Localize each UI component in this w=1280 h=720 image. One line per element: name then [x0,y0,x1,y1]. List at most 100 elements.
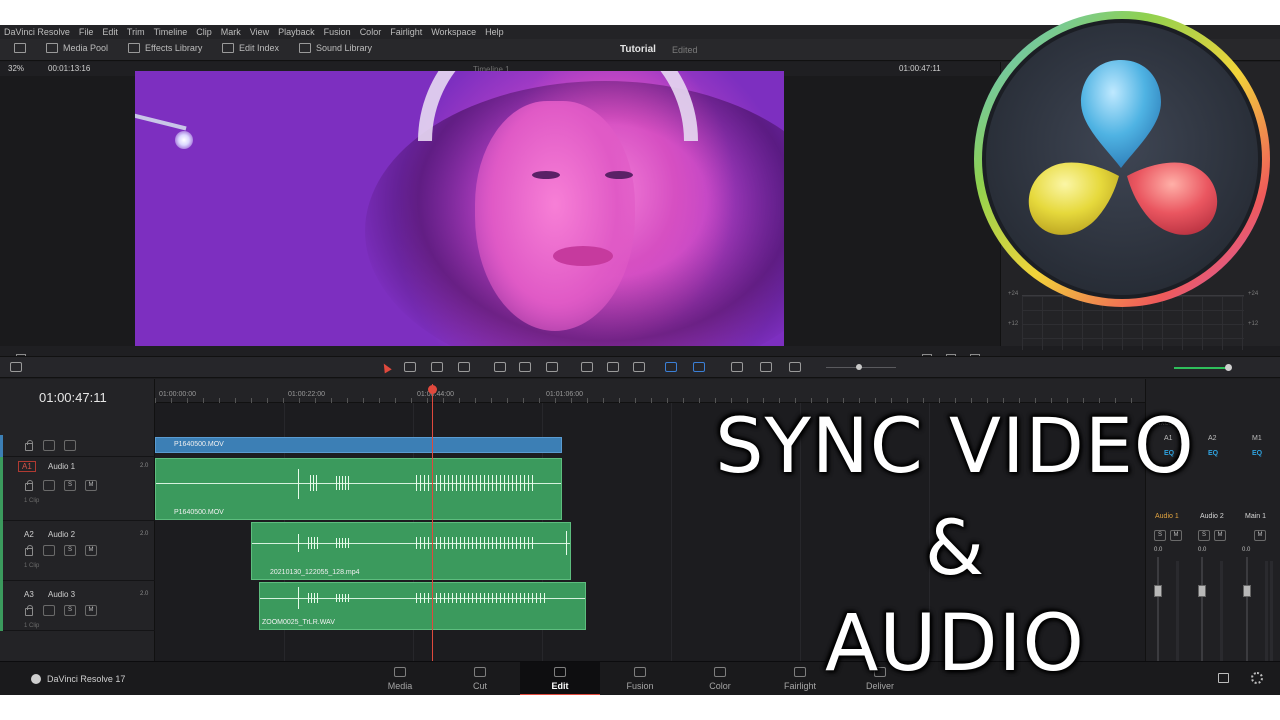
solo-button-a3[interactable]: S [64,605,76,616]
meter-main1-left [1265,561,1268,673]
volume-knob[interactable] [1225,364,1232,371]
menu-mark[interactable]: Mark [221,27,241,37]
waveform-burst [416,593,546,603]
a3-track-color [0,581,3,631]
track-name-a3[interactable]: Audio 3 [48,590,75,599]
fusion-page-icon [634,667,646,677]
effects-library-button[interactable]: Effects Library [128,43,202,53]
zoom-select[interactable]: 32% [8,64,24,73]
audio-clip-a2[interactable]: 20210130_122055_128.mp4 [251,522,571,580]
track-id-a2[interactable]: A2 [24,530,34,539]
replace-clip-icon[interactable] [546,362,558,372]
zoom-full-icon[interactable] [731,362,743,372]
waveform-burst [416,537,536,549]
bottom-margin [0,695,1280,720]
audio-clip-a1[interactable]: P1640500.MOV [155,458,562,520]
page-tab-media[interactable]: Media [360,662,440,695]
frame-eye-right [605,171,633,179]
timeline-view-icon[interactable] [10,362,22,372]
mixer-eq-m1[interactable]: EQ [1252,450,1262,457]
blade-tool-icon[interactable] [458,362,470,372]
position-lock-icon[interactable] [633,362,645,372]
zoom-custom-icon[interactable] [789,362,801,372]
solo-button-a2[interactable]: S [64,545,76,556]
lock-icon[interactable] [25,440,33,451]
menu-clip[interactable]: Clip [196,27,212,37]
page-tab-cut[interactable]: Cut [440,662,520,695]
overwrite-clip-icon[interactable] [519,362,531,372]
menu-help[interactable]: Help [485,27,504,37]
track-clip-count-a3: 1 Clip [24,623,40,629]
track-id-a1[interactable]: A1 [18,461,36,472]
menu-color[interactable]: Color [360,27,382,37]
track-header-a3: A3 Audio 3 2.0 S M 1 Clip [0,581,155,631]
menu-fusion[interactable]: Fusion [324,27,351,37]
menu-edit[interactable]: Edit [102,27,118,37]
selection-tool-icon[interactable] [380,361,392,374]
mute-button-a2[interactable]: M [85,545,97,556]
solo-button-a1[interactable]: S [64,480,76,491]
page-tab-label: Media [387,681,413,691]
track-channels-a1: 2.0 [140,463,149,469]
auto-select-icon[interactable] [43,605,55,616]
ruler-label: 01:01:06:00 [546,391,583,398]
mute-button-a3[interactable]: M [85,605,97,616]
record-timecode: 01:00:47:11 [899,64,941,73]
mute-button-a1[interactable]: M [85,480,97,491]
playhead-handle[interactable] [428,385,437,394]
workspace-toggle[interactable] [14,43,26,53]
menu-workspace[interactable]: Workspace [431,27,476,37]
waveform-burst [310,475,318,491]
page-tab-edit[interactable]: Edit [520,662,600,695]
edit-page-icon [554,667,566,677]
frame-helmet [418,71,698,141]
media-pool-icon [46,43,58,53]
mixer-mute-main1[interactable]: M [1254,530,1266,541]
video-clip[interactable]: P1640500.MOV [155,437,562,453]
playhead[interactable] [432,384,433,684]
menu-timeline[interactable]: Timeline [154,27,188,37]
zoom-detail-icon[interactable] [760,362,772,372]
graph-scale-mid-right: +12 [1248,321,1259,327]
menu-app[interactable]: DaVinci Resolve [4,27,70,37]
menu-fairlight[interactable]: Fairlight [390,27,422,37]
track-name-a2[interactable]: Audio 2 [48,530,75,539]
menu-trim[interactable]: Trim [127,27,145,37]
track-id-a3[interactable]: A3 [24,590,34,599]
insert-clip-icon[interactable] [494,362,506,372]
zoom-slider-knob[interactable] [856,364,862,370]
auto-select-icon[interactable] [43,480,55,491]
menu-file[interactable]: File [79,27,94,37]
waveform-burst [336,594,350,602]
ruler-label: 01:00:00:00 [159,391,196,398]
menu-view[interactable]: View [250,27,269,37]
lock-icon[interactable] [25,480,33,491]
track-name-a1[interactable]: Audio 1 [48,462,75,471]
meter-main1-right [1270,561,1273,673]
brand: DaVinci Resolve 17 [31,674,125,684]
page-tab-label: Edit [551,681,569,691]
snapping-icon[interactable] [581,362,593,372]
auto-select-icon[interactable] [43,440,55,451]
auto-select-icon[interactable] [43,545,55,556]
linked-selection-icon[interactable] [607,362,619,372]
mixer-head-m1: M1 [1252,435,1262,442]
edit-index-button[interactable]: Edit Index [222,43,279,53]
audio-clip-a3[interactable]: ZOOM0025_TrLR.WAV [259,582,586,630]
source-timecode: 00:01:13:16 [48,64,91,73]
lock-icon[interactable] [25,545,33,556]
trim-tool-icon[interactable] [404,362,416,372]
timeline-ruler[interactable]: 01:00:00:00 01:00:22:00 01:00:44:00 01:0… [155,379,1145,403]
dynamic-trim-icon[interactable] [431,362,443,372]
menu-playback[interactable]: Playback [278,27,315,37]
track-channels-a2: 2.0 [140,531,149,537]
volume-icon[interactable] [1153,362,1165,372]
flag-icon[interactable] [665,362,677,372]
marker-icon[interactable] [693,362,705,372]
sound-library-button[interactable]: Sound Library [299,43,372,53]
media-pool-button[interactable]: Media Pool [46,43,108,53]
lock-icon[interactable] [25,605,33,616]
volume-slider[interactable] [1174,367,1228,369]
enable-track-icon[interactable] [64,440,76,451]
settings-icon[interactable] [1251,672,1263,684]
